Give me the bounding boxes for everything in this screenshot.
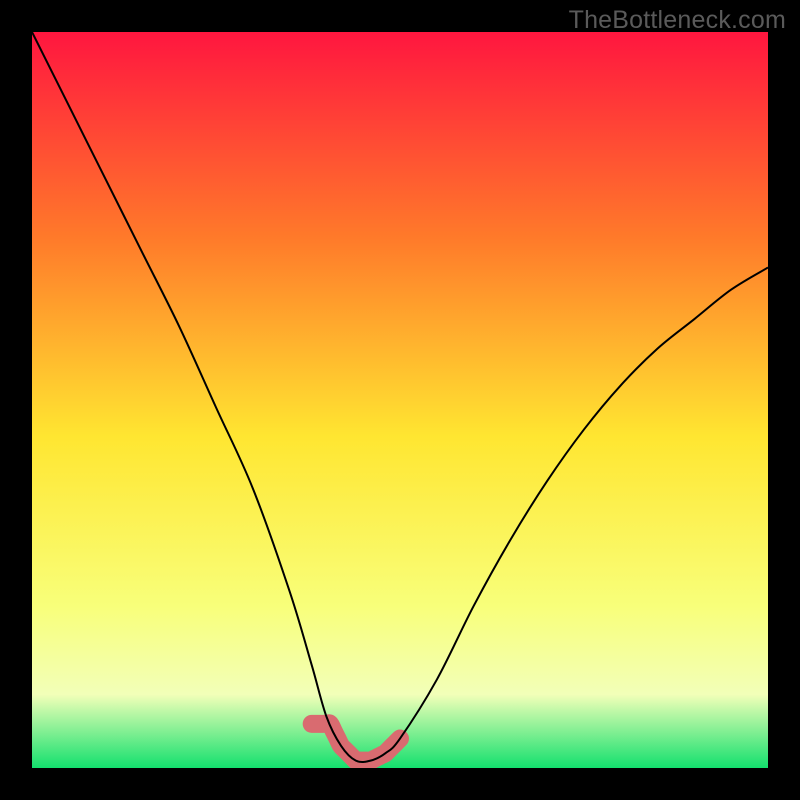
plot-area: [32, 32, 768, 768]
watermark-text: TheBottleneck.com: [569, 6, 786, 35]
chart-frame: TheBottleneck.com: [0, 0, 800, 800]
gradient-background: [32, 32, 768, 768]
chart-svg: [32, 32, 768, 768]
